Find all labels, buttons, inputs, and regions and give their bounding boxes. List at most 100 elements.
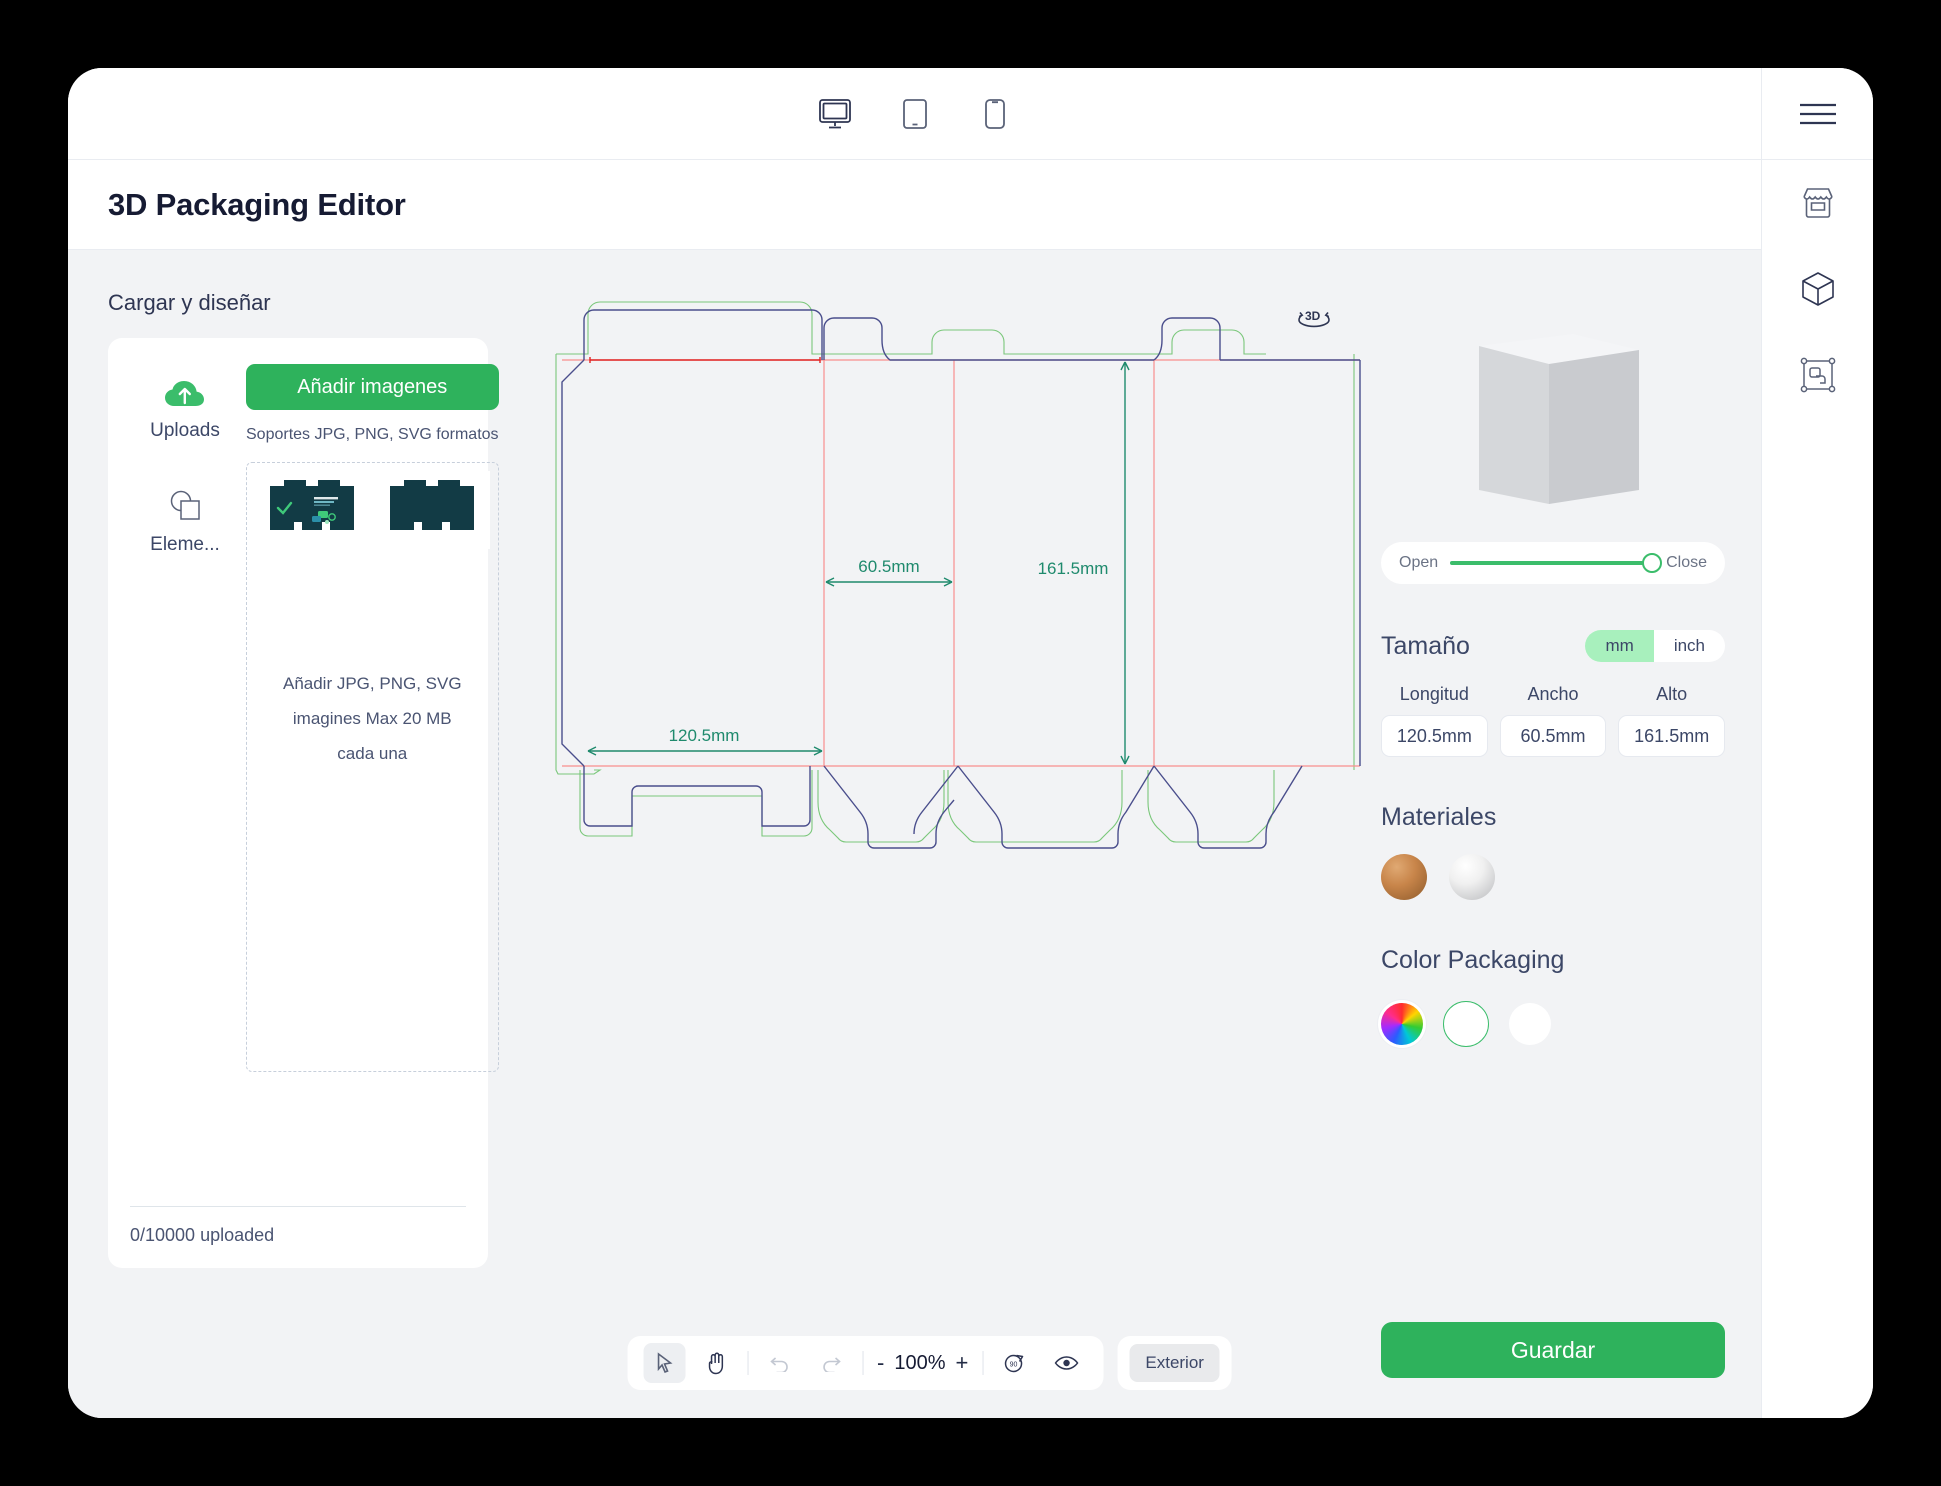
hamburger-icon <box>1799 103 1836 124</box>
white-material-swatch[interactable] <box>1449 854 1495 900</box>
preview-eye-button[interactable] <box>1045 1343 1087 1383</box>
dieline-svg: 60.5mm 161.5mm 120.5mm <box>555 301 1361 849</box>
dimension-fields: Longitud Ancho Alto <box>1381 684 1726 757</box>
dieline-thumbnail-front[interactable] <box>255 471 370 549</box>
dimension-width-label: 60.5mm <box>858 557 919 576</box>
bottom-toolbar: - 100% + 90 Exterior <box>627 1336 1232 1390</box>
slider-track[interactable] <box>1450 553 1663 573</box>
redo-button[interactable] <box>810 1343 852 1383</box>
thumbnail-row <box>255 471 490 549</box>
body-area: Cargar y diseñar Uploads Eleme... Añadir… <box>68 250 1761 1418</box>
phone-icon <box>984 98 1005 129</box>
color-options <box>1381 1001 1725 1047</box>
box-3d-render <box>1479 334 1639 504</box>
slider-open-label: Open <box>1399 554 1439 571</box>
cloud-upload-icon <box>163 370 207 414</box>
white-color-swatch[interactable] <box>1509 1003 1551 1045</box>
toolbar-pill: - 100% + 90 <box>627 1336 1104 1390</box>
hand-icon <box>708 1352 723 1375</box>
pan-tool-button[interactable] <box>695 1343 737 1383</box>
toolbar-divider-3 <box>982 1351 984 1375</box>
undo-button[interactable] <box>758 1343 800 1383</box>
svg-text:90: 90 <box>1009 1362 1017 1369</box>
dieline-diagram[interactable]: 60.5mm 161.5mm 120.5mm <box>548 300 1368 849</box>
desktop-preview-button[interactable] <box>809 88 861 140</box>
mobile-preview-button[interactable] <box>969 88 1021 140</box>
menu-toggle[interactable] <box>1762 68 1873 160</box>
width-label: Ancho <box>1527 684 1579 704</box>
kraft-material-swatch[interactable] <box>1381 854 1427 900</box>
materials-title: Materiales <box>1381 803 1497 831</box>
rail-3d-box[interactable] <box>1762 246 1873 332</box>
exterior-button[interactable]: Exterior <box>1129 1344 1220 1382</box>
left-panel-title: Cargar y diseñar <box>108 290 271 315</box>
select-tool-button[interactable] <box>643 1343 686 1383</box>
dieline-thumbnail-back[interactable] <box>375 471 490 549</box>
open-close-slider[interactable]: Open Close <box>1381 542 1725 584</box>
unit-option-inch[interactable]: inch <box>1654 630 1725 662</box>
color-wheel-swatch[interactable] <box>1381 1003 1423 1045</box>
upload-footer: 0/10000 uploaded <box>130 1206 466 1268</box>
cursor-icon <box>657 1352 673 1374</box>
slider-close-label: Close <box>1666 554 1707 571</box>
materials-section-header: Materiales <box>1381 803 1725 832</box>
width-input[interactable] <box>1499 715 1607 757</box>
rotate-90-icon: 90 <box>1004 1354 1024 1373</box>
zoom-out-button[interactable]: - <box>877 1352 884 1374</box>
main-column: 3D Packaging Editor Cargar y diseñar Upl… <box>68 68 1761 1418</box>
length-input[interactable] <box>1381 715 1488 757</box>
dimension-height <box>1120 361 1130 765</box>
formats-note: Soportes JPG, PNG, SVG formatos <box>246 426 499 443</box>
rail-transform[interactable] <box>1762 332 1873 418</box>
right-icon-rail <box>1761 68 1873 1418</box>
size-title: Tamaño <box>1381 631 1470 660</box>
upload-right: Añadir imagenes Soportes JPG, PNG, SVG f… <box>246 364 499 1072</box>
tablet-preview-button[interactable] <box>889 88 941 140</box>
tool-uploads[interactable]: Uploads <box>130 370 240 442</box>
materials-options <box>1381 854 1725 900</box>
left-panel: Cargar y diseñar Uploads Eleme... Añadir… <box>68 250 499 1418</box>
upload-card: Uploads Eleme... Añadir imagenes Soporte… <box>108 338 499 1268</box>
app-window: 3D Packaging Editor Cargar y diseñar Upl… <box>68 68 1873 1418</box>
selected-color-swatch[interactable] <box>1443 1001 1489 1047</box>
tool-elements[interactable]: Eleme... <box>130 484 240 556</box>
dropzone-line-1: Añadir JPG, PNG, SVG <box>282 674 462 693</box>
shapes-icon <box>164 484 206 528</box>
store-icon <box>1802 188 1833 218</box>
color-packaging-title: Color Packaging <box>1381 946 1565 974</box>
zoom-in-button[interactable]: + <box>956 1352 969 1374</box>
add-images-button[interactable]: Añadir imagenes <box>246 364 499 410</box>
slider-knob[interactable] <box>1642 553 1663 573</box>
dimension-width <box>825 577 953 587</box>
upload-dropzone[interactable]: Añadir JPG, PNG, SVG imagines Max 20 MB … <box>246 462 499 1072</box>
dimension-length-field: Longitud <box>1381 684 1488 757</box>
dieline-artwork-back <box>390 480 475 530</box>
eye-icon <box>1054 1356 1079 1370</box>
title-bar: 3D Packaging Editor <box>68 160 1761 250</box>
dropzone-text: Añadir JPG, PNG, SVG imagines Max 20 MB … <box>283 667 462 772</box>
dimension-length <box>587 746 823 756</box>
device-preview-bar <box>68 68 1761 160</box>
dropzone-line-2: imagines Max 20 MB <box>292 708 452 728</box>
canvas-area[interactable]: 3D 60.5mm 161.5mm 120.5mm - 100% + 90 Ex… <box>498 250 1361 1418</box>
unit-option-mm[interactable]: mm <box>1585 630 1654 662</box>
unit-toggle[interactable]: mm inch <box>1585 630 1725 662</box>
save-button[interactable]: Guardar <box>1381 1322 1725 1378</box>
monitor-icon <box>818 98 851 128</box>
zoom-controls: - 100% + <box>873 1352 972 1375</box>
left-tool-strip: Uploads Eleme... <box>130 364 240 1072</box>
height-input[interactable] <box>1618 715 1726 757</box>
size-section-header: Tamaño mm inch <box>1381 630 1725 662</box>
transform-icon <box>1800 357 1835 393</box>
rotate-90-button[interactable]: 90 <box>993 1343 1035 1383</box>
right-panel: Open Close Tamaño mm inch Longitud 120.5… <box>1361 250 1761 1418</box>
dimension-length-label: 120.5mm <box>669 726 740 745</box>
rail-store[interactable] <box>1762 160 1873 246</box>
dimension-height-label: 161.5mm <box>1038 559 1109 578</box>
box-3d-preview[interactable] <box>1381 294 1725 524</box>
dieline-artwork-front <box>270 480 355 530</box>
tool-elements-label: Eleme... <box>150 534 220 555</box>
upload-count: 0/10000 uploaded <box>130 1225 275 1245</box>
zoom-value: 100% <box>894 1351 946 1374</box>
side-view-pill: Exterior <box>1117 1336 1232 1390</box>
